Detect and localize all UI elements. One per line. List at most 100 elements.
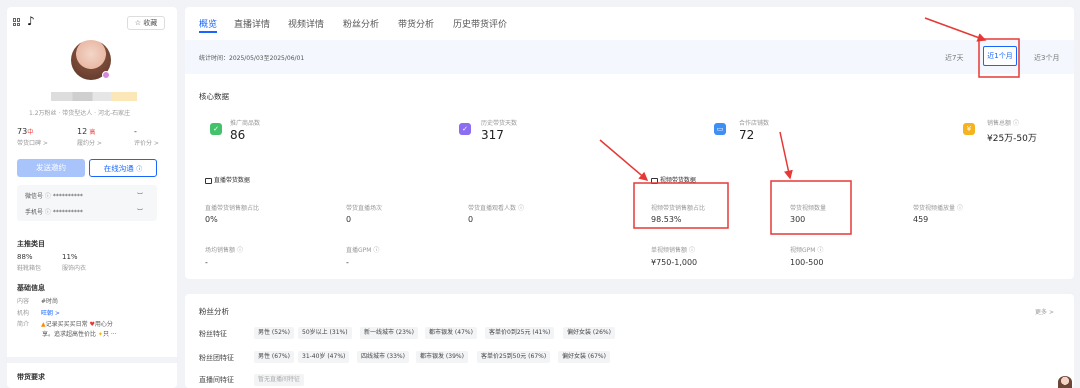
period-1month[interactable]: 近1个月 [983, 46, 1017, 66]
more-link[interactable]: 更多 > [1035, 307, 1054, 316]
video-metric-label: 带货视频播放量 ⓘ [913, 205, 963, 212]
divider [7, 357, 177, 363]
fans-tag: 客单价0到25元 (41%) [485, 327, 555, 339]
tab-fans-analysis[interactable]: 粉丝分析 [343, 17, 379, 30]
video-metric-value: 300 [790, 215, 806, 224]
product-icon: ✓ [210, 123, 222, 135]
live-icon [205, 177, 212, 184]
fans-tag: 偏好女装 (26%) [563, 327, 615, 339]
tab-video-detail[interactable]: 视频详情 [288, 17, 324, 30]
wechat-masked: ********** [52, 193, 83, 200]
info-icon: ⓘ [517, 205, 524, 212]
wechat-label: 微信号 [25, 193, 44, 200]
info-icon: ⓘ [956, 205, 963, 212]
video-metric-value: 98.53% [651, 215, 682, 224]
video-metric-value: ¥750-1,000 [651, 258, 698, 267]
core-value: 72 [739, 128, 755, 142]
info-icon: ⓘ [373, 247, 380, 254]
phone-label: 手机号 [25, 209, 44, 216]
stat-value: 12 [77, 127, 88, 136]
fans-tag: 男性 (67%) [254, 351, 294, 363]
eye-closed-icon[interactable]: ︶ [137, 191, 143, 200]
category-pct: 11% [62, 253, 78, 261]
blurred-nickname [51, 92, 137, 101]
stat-label: 评价分 [134, 140, 153, 147]
assistant-avatar[interactable] [1058, 376, 1072, 388]
heart-icon: ♥ [87, 321, 95, 328]
info-icon: ⓘ [688, 247, 695, 254]
fans-row-label: 粉丝团特征 [199, 354, 234, 362]
fans-tag: 都市银发 (47%) [425, 327, 477, 339]
core-value: 86 [230, 128, 246, 142]
collect-button[interactable]: ☆ 收藏 [127, 16, 165, 30]
fans-tag: 偏好女装 (67%) [558, 351, 610, 363]
stat-label: 带货口碑 [17, 140, 42, 147]
wechat-row[interactable]: 微信号 ⓘ ********** ︶ [25, 191, 155, 200]
live-metric-label: 场均销售额 ⓘ [205, 247, 243, 254]
video-metric-label: 带货视频数量 [790, 205, 827, 212]
video-metric-label: 视频带货销售额占比 [651, 205, 706, 212]
live-metric-value: - [205, 258, 208, 267]
org-row: 机构 旺朝 > [17, 310, 60, 317]
live-metric-label: 带货直播场次 [346, 205, 383, 212]
fans-tag: 男性 (52%) [254, 327, 294, 339]
tab-overview[interactable]: 概览 [199, 17, 217, 30]
live-metric-value: 0 [346, 215, 352, 224]
online-chat-button[interactable]: 在线沟通 ⓘ [89, 159, 157, 177]
fans-title: 粉丝分析 [199, 307, 229, 316]
stat-reputation[interactable]: 73中 带货口碑 > [17, 127, 62, 147]
category-pct: 88% [17, 253, 33, 261]
intro-text-2: 享。追求超高性价比 [42, 331, 97, 338]
live-metric-label: 带货直播观看人数 ⓘ [468, 205, 524, 212]
intro-row: 简介 ▲记录买买买日常 ♥用心分 享。追求超高性价比 ✦只 ··· [17, 320, 167, 340]
fans-analysis-panel: 粉丝分析 更多 > 粉丝特征 男性 (52%) 50岁以上 (31%) 新一线城… [185, 294, 1074, 388]
org-link[interactable]: 旺朝 [41, 310, 53, 317]
tab-live-detail[interactable]: 直播详情 [234, 17, 270, 30]
video-metric-value: 459 [913, 215, 929, 224]
live-metric-value: - [346, 258, 349, 267]
core-data-title: 核心数据 [199, 92, 229, 101]
fans-tag: 暂无直播间特征 [254, 374, 305, 386]
info-icon: ⓘ [236, 247, 243, 254]
phone-row[interactable]: 手机号 ⓘ ********** ︶ [25, 207, 155, 216]
core-label: 销售总额 ⓘ [987, 120, 1019, 127]
period-range: 统计时间：2025/05/03至2025/06/01 [199, 55, 305, 62]
send-invite-button[interactable]: 发送邀约 [17, 159, 85, 177]
tab-history-reviews[interactable]: 历史带货评价 [453, 17, 507, 30]
online-chat-label: 在线沟通 [103, 164, 134, 173]
info-icon: ⓘ [43, 193, 53, 200]
tab-sales-analysis[interactable]: 带货分析 [398, 17, 434, 30]
star-icon: ☆ [134, 19, 142, 27]
info-icon: ⓘ [43, 209, 53, 216]
sales-icon: ¥ [963, 123, 975, 135]
category-name: 服饰内衣 [62, 265, 87, 272]
stat-badge: 高 [89, 129, 96, 136]
requirement-title: 带货要求 [17, 373, 45, 381]
intro-text-2b: 只 ··· [102, 331, 117, 338]
tiktok-icon: ♪ [27, 14, 35, 28]
stat-badge: 中 [27, 129, 34, 136]
stat-label: 履约分 [77, 140, 96, 147]
org-label: 机构 [17, 310, 30, 317]
live-section-title: 直播带货数据 [205, 175, 250, 184]
fans-tag: 四线城市 (33%) [357, 351, 409, 363]
intro-label: 简介 [17, 321, 30, 328]
fans-tag: 31-40岁 (47%) [298, 351, 350, 363]
eye-closed-icon[interactable]: ︶ [137, 207, 143, 216]
core-value: 317 [481, 128, 504, 142]
info-icon: ⓘ [1012, 120, 1019, 127]
video-section-title: 视频带货数据 [651, 175, 696, 184]
fans-tag: 新一线城市 (23%) [360, 327, 418, 339]
video-icon [651, 177, 658, 184]
period-7days[interactable]: 近7天 [945, 53, 963, 63]
stat-review[interactable]: - 评价分 > [134, 127, 174, 147]
period-3months[interactable]: 近3个月 [1034, 53, 1059, 63]
pin-icon: ✦ [96, 331, 103, 338]
video-metric-value: 100-500 [790, 258, 824, 267]
platform-grid-icon [13, 18, 21, 26]
fans-tag: 50岁以上 (31%) [298, 327, 352, 339]
core-value: ¥25万-50万 [987, 134, 1037, 144]
live-metric-value: 0 [468, 215, 474, 224]
stat-fulfillment[interactable]: 12 高 履约分 > [77, 127, 122, 147]
phone-masked: ********** [52, 209, 83, 216]
